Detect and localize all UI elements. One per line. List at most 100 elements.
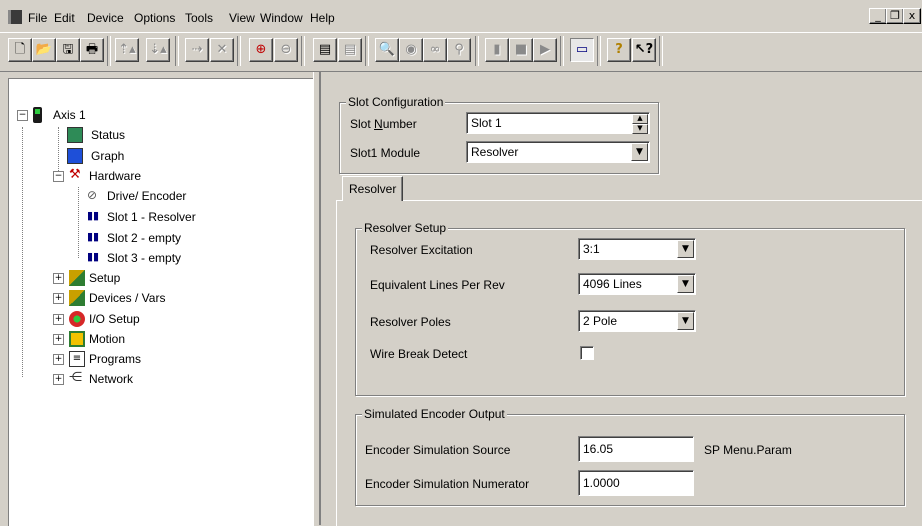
- wire-break-checkbox[interactable]: [580, 346, 594, 360]
- minimize-button[interactable]: _: [869, 8, 887, 24]
- expand-icon[interactable]: +: [53, 374, 64, 385]
- step-button[interactable]: ▶: [533, 38, 557, 62]
- lines-per-rev-dropdown[interactable]: 4096 Lines ▼: [578, 273, 696, 295]
- slot-module-dropdown[interactable]: Resolver ▼: [466, 141, 650, 163]
- chevron-down-icon[interactable]: ▼: [677, 275, 694, 293]
- save-button[interactable]: 🖫: [56, 38, 80, 62]
- expand-icon[interactable]: +: [53, 334, 64, 345]
- slot-number-spinner[interactable]: Slot 1 ▲ ▼: [466, 112, 650, 134]
- tree-item-label: Devices / Vars: [89, 291, 166, 305]
- zoom-button[interactable]: 🔍: [375, 38, 399, 62]
- close-button[interactable]: x: [903, 8, 921, 24]
- tree-item-label: Axis 1: [53, 108, 86, 122]
- chevron-down-icon[interactable]: ▼: [677, 240, 694, 258]
- encoder-source-input[interactable]: 16.05: [578, 436, 694, 462]
- upload-icon: ⇡▴: [118, 42, 136, 57]
- new-file-button[interactable]: 🗋: [8, 38, 32, 62]
- properties-icon: ▤: [318, 42, 332, 57]
- print-icon: 🖶: [85, 42, 99, 57]
- download-button[interactable]: ⇣▴: [146, 38, 170, 62]
- app-icon[interactable]: [8, 10, 22, 24]
- resolver-poles-dropdown[interactable]: 2 Pole ▼: [578, 310, 696, 332]
- properties-alt-button[interactable]: ▤: [338, 38, 362, 62]
- expand-icon[interactable]: +: [53, 273, 64, 284]
- resolver-excitation-label: Resolver Excitation: [370, 243, 473, 257]
- menu-options[interactable]: Options: [134, 11, 175, 25]
- remove-axis-icon: ⊖: [280, 42, 292, 57]
- connect-button[interactable]: ⇢: [185, 38, 209, 62]
- slot-number-value: Slot 1: [471, 116, 502, 130]
- tree-item-label: Slot 3 - empty: [107, 251, 182, 265]
- devices-icon: [69, 290, 85, 306]
- tree-item-label: Motion: [89, 332, 126, 346]
- spin-down-button[interactable]: ▼: [632, 124, 648, 134]
- tab-resolver[interactable]: Resolver: [342, 176, 404, 201]
- disconnect-button[interactable]: ✕: [210, 38, 234, 62]
- device-button[interactable]: ▮: [485, 38, 509, 62]
- window-icon: ▭: [575, 42, 589, 57]
- drive-encoder-icon: ⊘: [87, 188, 98, 202]
- chevron-down-icon[interactable]: ▼: [677, 312, 694, 330]
- run-icon: ◉: [405, 42, 417, 57]
- slot-icon: ▮▮: [87, 230, 100, 243]
- axis-tree[interactable]: − Axis 1 Status Graph − ⚒ Hardware ⊘ Dri…: [8, 78, 314, 526]
- context-help-button[interactable]: ↖?: [632, 38, 656, 62]
- lines-per-rev-value: 4096 Lines: [583, 277, 642, 291]
- encoder-numerator-input[interactable]: 1.0000: [578, 470, 694, 496]
- tree-item-label: Programs: [89, 352, 142, 366]
- open-folder-icon: 📂: [35, 42, 53, 57]
- properties-button[interactable]: ▤: [313, 38, 337, 62]
- add-axis-button[interactable]: ⊕: [249, 38, 273, 62]
- collapse-icon[interactable]: −: [53, 171, 64, 182]
- menu-edit[interactable]: Edit: [54, 11, 75, 25]
- hardware-icon: ⚒: [69, 167, 81, 182]
- slot-configuration-legend: Slot Configuration: [346, 95, 446, 109]
- menu-window[interactable]: Window: [260, 11, 303, 25]
- slot-module-label: Slot1 Module: [350, 146, 421, 160]
- window-toggle-button[interactable]: ▭: [570, 38, 594, 62]
- collapse-icon[interactable]: −: [17, 110, 28, 121]
- toolbar-separator: [237, 36, 241, 66]
- pane-splitter[interactable]: [313, 72, 320, 525]
- minimize-icon: _: [875, 9, 881, 22]
- new-file-icon: 🗋: [14, 42, 26, 57]
- chevron-down-icon[interactable]: ▼: [631, 143, 648, 161]
- expand-icon[interactable]: +: [53, 314, 64, 325]
- close-icon: x: [908, 9, 916, 22]
- remove-axis-button[interactable]: ⊖: [274, 38, 298, 62]
- run-button[interactable]: ◉: [399, 38, 423, 62]
- spin-up-button[interactable]: ▲: [632, 114, 648, 124]
- watch-button[interactable]: ⚲: [447, 38, 471, 62]
- toolbar-separator: [560, 36, 564, 66]
- encoder-source-label: Encoder Simulation Source: [365, 443, 511, 457]
- upload-button[interactable]: ⇡▴: [115, 38, 139, 62]
- toolbar-separator: [107, 36, 111, 66]
- resolver-setup-legend: Resolver Setup: [362, 221, 449, 235]
- lines-per-rev-label: Equivalent Lines Per Rev: [370, 278, 505, 292]
- expand-icon[interactable]: +: [53, 354, 64, 365]
- menu-device[interactable]: Device: [87, 11, 124, 25]
- help-button[interactable]: ?: [607, 38, 631, 62]
- tree-item-label: I/O Setup: [89, 312, 140, 326]
- stop-button[interactable]: ■: [509, 38, 533, 62]
- download-icon: ⇣▴: [149, 42, 167, 57]
- menu-tools[interactable]: Tools: [185, 11, 213, 25]
- glasses-button[interactable]: ∞: [423, 38, 447, 62]
- tree-item-label: Slot 1 - Resolver: [107, 210, 196, 224]
- tree-connector: [22, 127, 23, 377]
- expand-icon[interactable]: +: [53, 293, 64, 304]
- open-button[interactable]: 📂: [32, 38, 56, 62]
- wire-break-label: Wire Break Detect: [370, 347, 468, 361]
- slot-icon: ▮▮: [87, 250, 100, 263]
- print-button[interactable]: 🖶: [80, 38, 104, 62]
- menu-view[interactable]: View: [229, 11, 255, 25]
- toolbar-separator: [597, 36, 601, 66]
- tree-item-label: Slot 2 - empty: [107, 231, 182, 245]
- toolbar-separator: [659, 36, 663, 66]
- resolver-excitation-dropdown[interactable]: 3:1 ▼: [578, 238, 696, 260]
- connect-icon: ⇢: [191, 42, 203, 57]
- properties-disabled-icon: ▤: [343, 42, 357, 57]
- restore-button[interactable]: ❐: [886, 8, 904, 24]
- menu-file[interactable]: File: [28, 11, 47, 25]
- menu-help[interactable]: Help: [310, 11, 335, 25]
